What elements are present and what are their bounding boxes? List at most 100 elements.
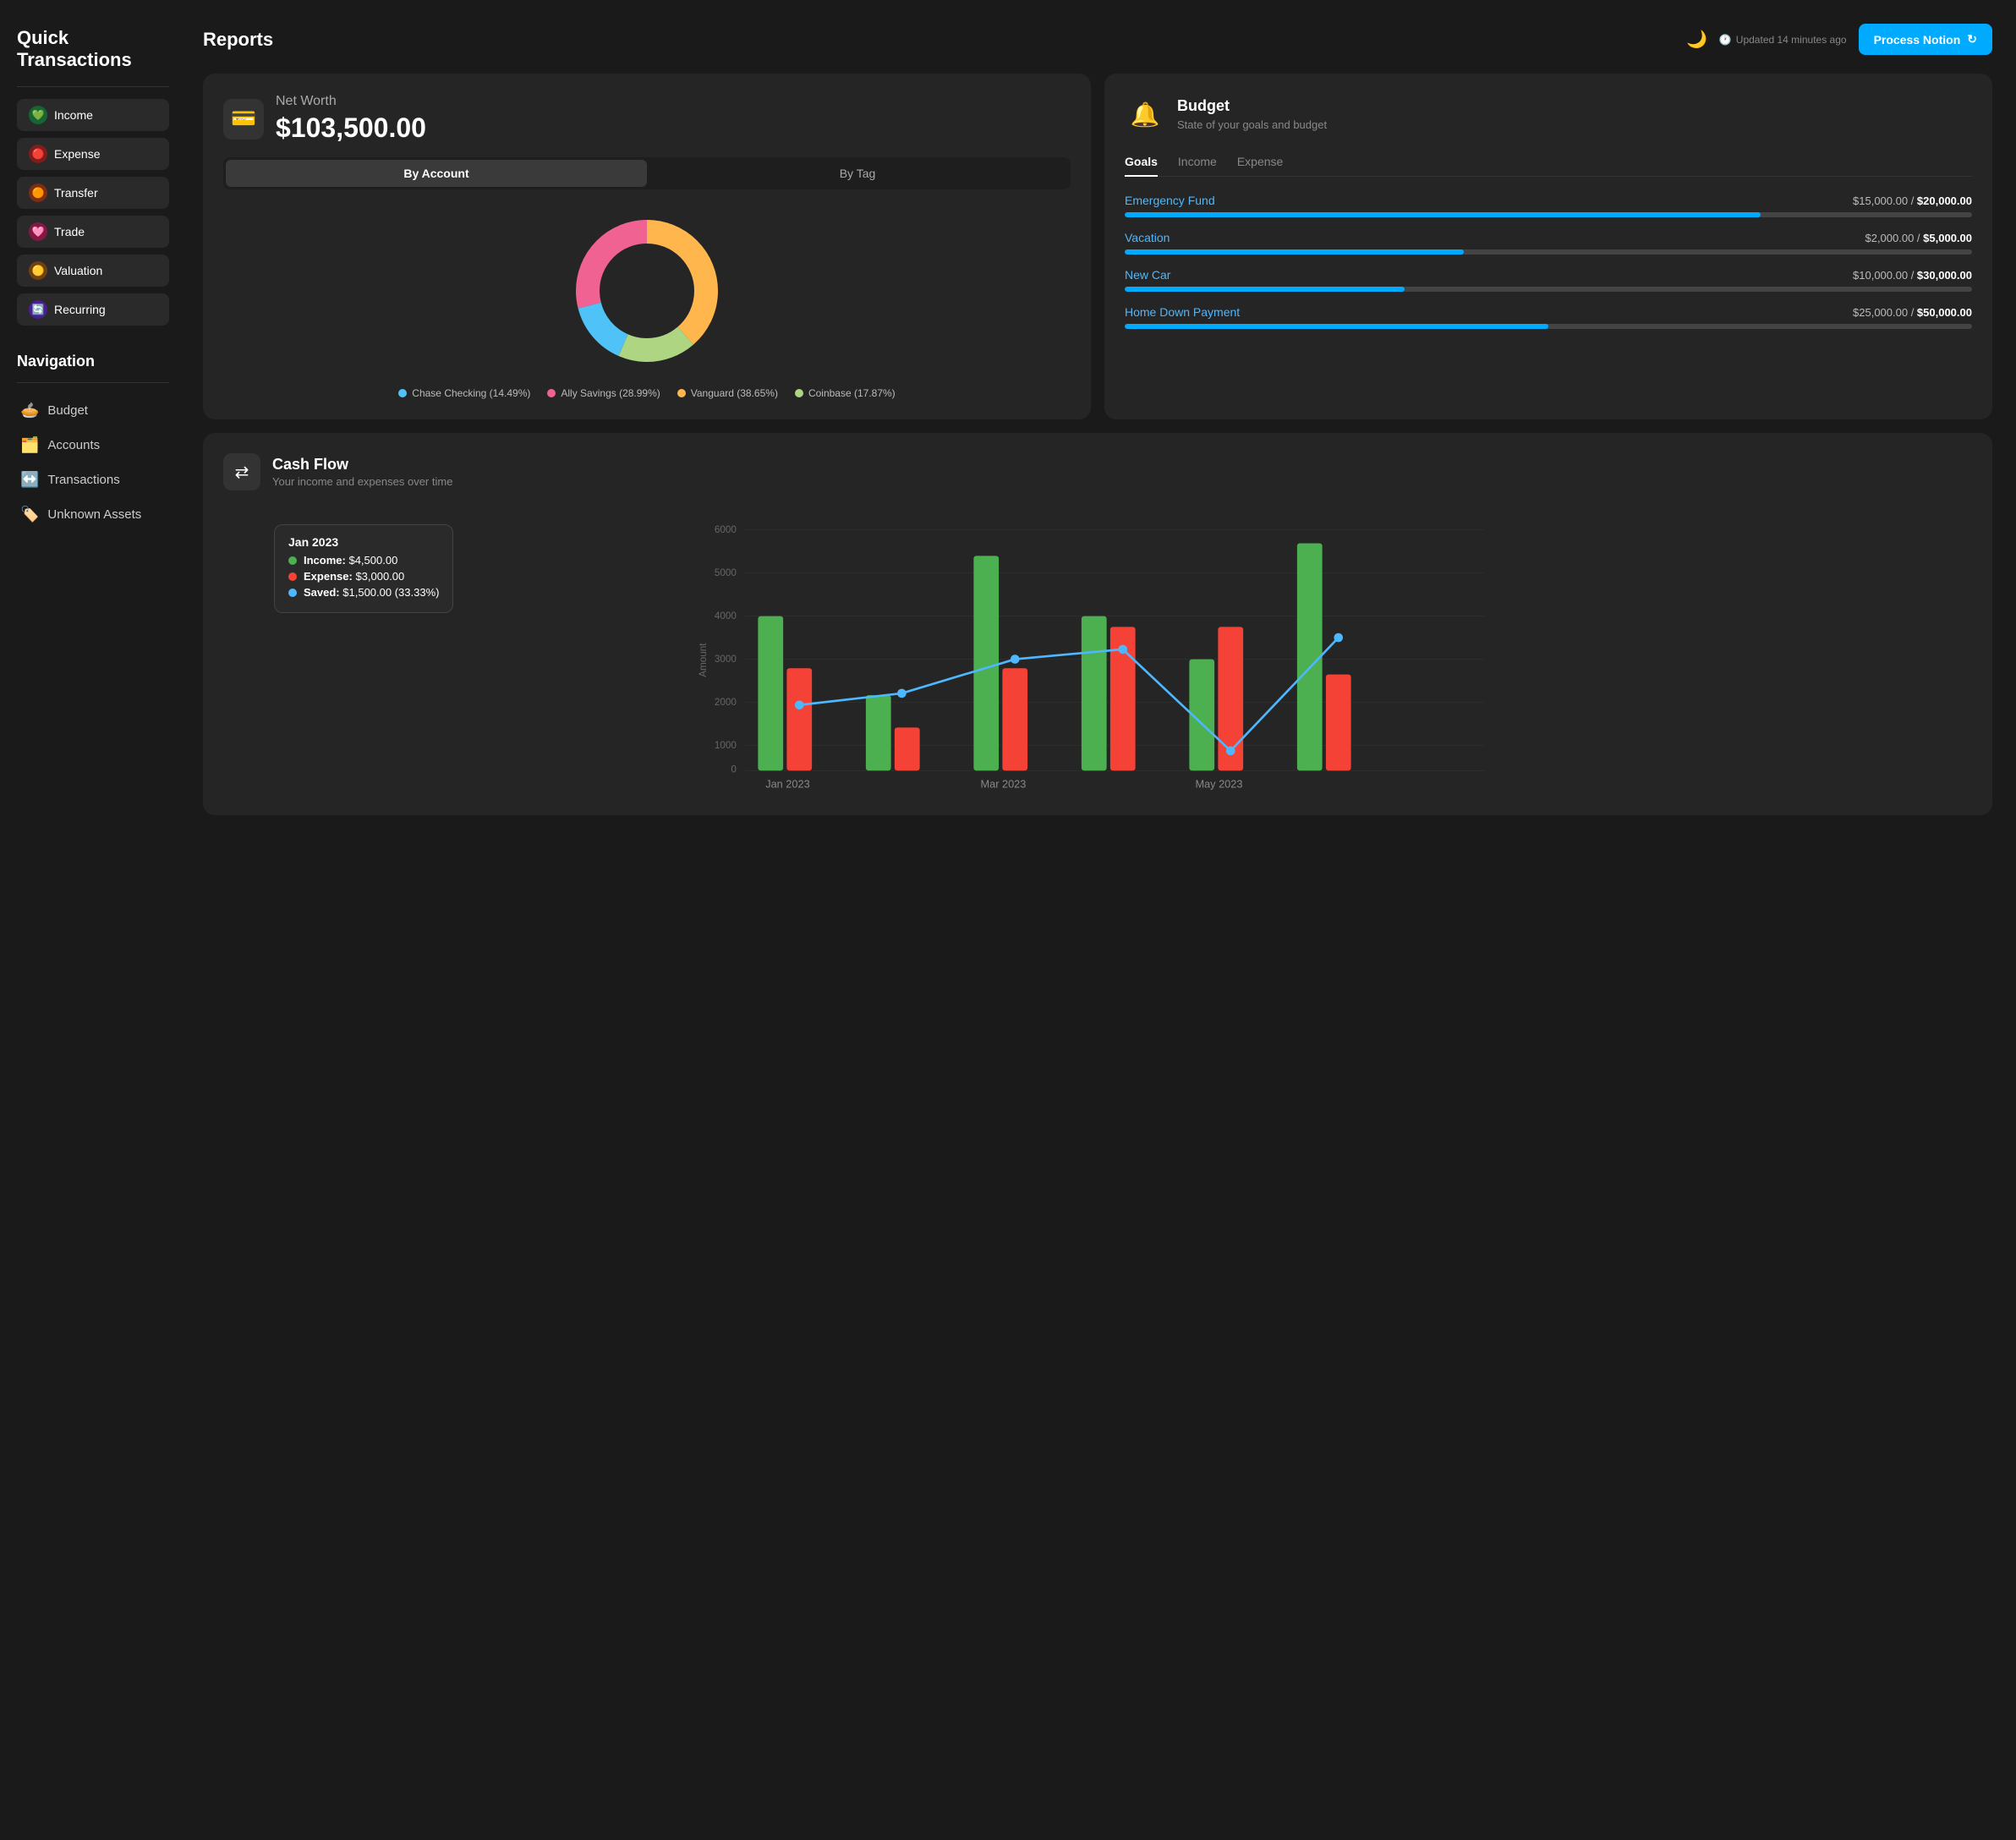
bar-feb-income	[866, 695, 891, 770]
svg-text:Amount: Amount	[698, 643, 709, 677]
goal-home-track	[1125, 324, 1972, 329]
budget-card: 🔔 Budget State of your goals and budget …	[1104, 74, 1992, 419]
tab-by-tag[interactable]: By Tag	[647, 160, 1068, 187]
legend-coinbase: Coinbase (17.87%)	[795, 387, 896, 399]
expense-button[interactable]: 🔴 Expense	[17, 138, 169, 170]
budget-title: Budget	[1177, 97, 1327, 115]
legend-ally: Ally Savings (28.99%)	[547, 387, 660, 399]
budget-header: 🔔 Budget State of your goals and budget	[1125, 94, 1972, 134]
x-label-mar: Mar 2023	[981, 778, 1027, 791]
recurring-icon: 🔄	[29, 300, 47, 319]
vanguard-dot	[677, 389, 686, 397]
cashflow-title: Cash Flow	[272, 456, 452, 474]
goal-vacation: Vacation $2,000.00 / $5,000.00	[1125, 231, 1972, 255]
moon-icon[interactable]: 🌙	[1686, 29, 1707, 50]
income-button[interactable]: 💚 Income	[17, 99, 169, 131]
cashflow-chart: Jan 2023 Income: $4,500.00 Expense: $3,0…	[223, 507, 1972, 795]
accounts-icon: 🗂️	[20, 436, 39, 454]
trade-button[interactable]: 🩷 Trade	[17, 216, 169, 248]
bar-feb-expense	[895, 727, 920, 770]
ally-dot	[547, 389, 556, 397]
svg-text:3000: 3000	[715, 654, 737, 665]
goal-new-car-amounts: $10,000.00 / $30,000.00	[1853, 269, 1972, 282]
svg-text:6000: 6000	[715, 524, 737, 535]
cashflow-svg: 6000 5000 4000 3000 2000 1000 0 Amount	[223, 507, 1972, 795]
goal-vacation-track	[1125, 249, 1972, 255]
goal-new-car-fill	[1125, 287, 1405, 292]
header-right: 🌙 🕐 Updated 14 minutes ago Process Notio…	[1686, 24, 1992, 55]
goal-vacation-name: Vacation	[1125, 231, 1170, 244]
savings-dot-jan	[795, 700, 804, 709]
cashflow-header: ⇄ Cash Flow Your income and expenses ove…	[223, 453, 1972, 490]
cashflow-card: ⇄ Cash Flow Your income and expenses ove…	[203, 433, 1992, 815]
legend-vanguard: Vanguard (38.65%)	[677, 387, 778, 399]
svg-text:2000: 2000	[715, 697, 737, 708]
transfer-icon: 🟠	[29, 183, 47, 202]
cards-row: 💳 Net Worth $103,500.00 By Account By Ta…	[203, 74, 1992, 419]
trade-icon: 🩷	[29, 222, 47, 241]
savings-dot-jun	[1334, 633, 1343, 643]
goal-home-fill	[1125, 324, 1548, 329]
cashflow-subtitle: Your income and expenses over time	[272, 475, 452, 488]
expense-icon: 🔴	[29, 145, 47, 163]
quick-transactions-title: Quick Transactions	[17, 27, 169, 71]
header: Reports 🌙 🕐 Updated 14 minutes ago Proce…	[203, 24, 1992, 55]
sidebar-item-budget[interactable]: 🥧 Budget	[17, 395, 169, 426]
net-worth-value: $103,500.00	[276, 112, 426, 144]
goal-emergency-fund-name: Emergency Fund	[1125, 194, 1215, 207]
navigation-title: Navigation	[17, 353, 169, 370]
goal-new-car-name: New Car	[1125, 268, 1170, 282]
x-axis-title: Months	[1098, 794, 1133, 795]
sidebar-item-accounts[interactable]: 🗂️ Accounts	[17, 430, 169, 461]
x-label-jan: Jan 2023	[765, 778, 809, 791]
transfer-button[interactable]: 🟠 Transfer	[17, 177, 169, 209]
sidebar-item-transactions[interactable]: ↔️ Transactions	[17, 464, 169, 496]
savings-dot-apr	[1118, 645, 1127, 654]
sidebar: Quick Transactions 💚 Income 🔴 Expense 🟠 …	[0, 0, 186, 1840]
goal-new-car: New Car $10,000.00 / $30,000.00	[1125, 268, 1972, 292]
sidebar-item-unknown-assets[interactable]: 🏷️ Unknown Assets	[17, 499, 169, 530]
donut-legend: Chase Checking (14.49%) Ally Savings (28…	[398, 387, 895, 399]
cashflow-icon: ⇄	[223, 453, 260, 490]
budget-tab-goals[interactable]: Goals	[1125, 148, 1158, 177]
net-worth-card: 💳 Net Worth $103,500.00 By Account By Ta…	[203, 74, 1091, 419]
budget-tab-expense[interactable]: Expense	[1237, 148, 1283, 177]
budget-tab-income[interactable]: Income	[1178, 148, 1217, 177]
goal-home-amounts: $25,000.00 / $50,000.00	[1853, 306, 1972, 319]
budget-tabs: Goals Income Expense	[1125, 148, 1972, 177]
page-title: Reports	[203, 29, 273, 51]
donut-svg	[562, 206, 731, 375]
bar-mar-income	[973, 556, 999, 770]
goal-new-car-track	[1125, 287, 1972, 292]
unknown-assets-icon: 🏷️	[20, 506, 39, 523]
process-notion-button[interactable]: Process Notion ↻	[1859, 24, 1992, 55]
goal-emergency-fund-amounts: $15,000.00 / $20,000.00	[1853, 194, 1972, 207]
goal-vacation-amounts: $2,000.00 / $5,000.00	[1865, 232, 1972, 244]
budget-icon: 🥧	[20, 402, 39, 419]
savings-dot-feb	[897, 689, 907, 698]
chase-dot	[398, 389, 407, 397]
goal-emergency-fund-track	[1125, 212, 1972, 217]
bar-jan-income	[758, 616, 783, 771]
main-content: Reports 🌙 🕐 Updated 14 minutes ago Proce…	[186, 0, 2016, 1840]
x-label-may: May 2023	[1195, 778, 1242, 791]
donut-chart: Chase Checking (14.49%) Ally Savings (28…	[223, 206, 1071, 399]
updated-status: 🕐 Updated 14 minutes ago	[1719, 34, 1847, 46]
budget-bell-icon: 🔔	[1125, 94, 1165, 134]
savings-dot-may	[1226, 747, 1235, 756]
valuation-button[interactable]: 🟡 Valuation	[17, 255, 169, 287]
refresh-icon: ↻	[1967, 32, 1977, 47]
svg-text:0: 0	[731, 764, 737, 775]
net-worth-tabs: By Account By Tag	[223, 157, 1071, 189]
tab-by-account[interactable]: By Account	[226, 160, 647, 187]
bar-jan-expense	[786, 668, 812, 770]
bar-apr-income	[1082, 616, 1107, 771]
coinbase-dot	[795, 389, 803, 397]
bar-jun-expense	[1326, 675, 1351, 771]
net-worth-label: Net Worth	[276, 94, 426, 109]
goal-home-name: Home Down Payment	[1125, 305, 1240, 319]
net-worth-header: 💳 Net Worth $103,500.00	[223, 94, 1071, 144]
recurring-button[interactable]: 🔄 Recurring	[17, 293, 169, 326]
income-icon: 💚	[29, 106, 47, 124]
svg-text:5000: 5000	[715, 567, 737, 578]
